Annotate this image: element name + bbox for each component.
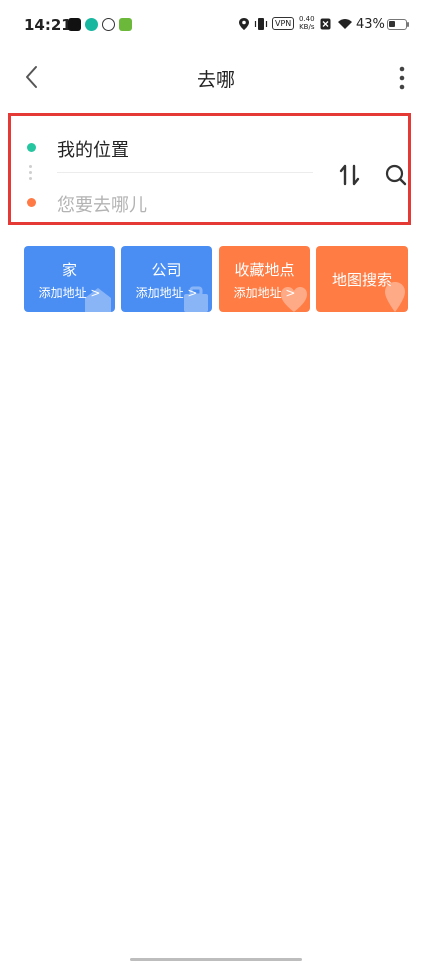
speed-unit: KB/s — [299, 23, 315, 31]
speed-value: 0.40 — [299, 15, 315, 23]
swap-route-button[interactable] — [337, 162, 363, 188]
sim-off-icon — [320, 18, 331, 30]
route-connector-dots — [29, 165, 33, 185]
origin-input[interactable]: 我的位置 — [57, 136, 129, 162]
vibrate-icon — [254, 18, 268, 30]
wifi-icon — [338, 19, 352, 29]
grid-app-icon — [119, 18, 132, 31]
search-icon[interactable] — [383, 162, 409, 188]
battery-percent: 43% — [356, 17, 385, 32]
shortcut-favorites[interactable]: 收藏地点 添加地址 > — [219, 246, 310, 312]
shortcut-home-title: 家 — [61, 261, 77, 279]
shortcut-favorites-title: 收藏地点 — [234, 261, 295, 279]
shortcut-company[interactable]: 公司 添加地址 > — [121, 246, 212, 312]
route-divider — [57, 172, 313, 173]
battery-cap — [407, 22, 409, 27]
battery-fill — [389, 21, 396, 27]
origin-dot — [27, 143, 36, 152]
shortcut-company-subtitle: 添加地址 > — [135, 286, 198, 300]
more-options-icon[interactable] — [390, 64, 414, 92]
home-indicator[interactable] — [130, 958, 302, 961]
battery-icon — [387, 19, 407, 30]
page-title: 去哪 — [196, 69, 235, 91]
shortcut-favorites-subtitle: 添加地址 > — [233, 286, 296, 300]
vpn-badge: VPN — [272, 17, 295, 30]
title-bar: 去哪 — [0, 50, 432, 106]
route-input-panel: 我的位置 您要去哪儿 — [8, 113, 411, 225]
app-plus-icon — [85, 18, 98, 31]
back-button[interactable] — [18, 62, 48, 92]
network-speed: 0.40 KB/s — [299, 15, 315, 31]
shortcut-home-subtitle: 添加地址 > — [38, 286, 101, 300]
status-bar: 14:21 VPN 0.40 KB/s 43% — [0, 0, 432, 50]
location-icon — [239, 18, 249, 30]
shortcut-home[interactable]: 家 添加地址 > — [24, 246, 115, 312]
shortcut-map-search[interactable]: 地图搜索 — [316, 246, 408, 312]
status-time: 14:21 — [24, 16, 72, 34]
destination-input[interactable]: 您要去哪儿 — [57, 191, 147, 217]
shortcut-company-title: 公司 — [151, 261, 182, 279]
shortcut-map-search-title: 地图搜索 — [331, 271, 392, 289]
shortcut-tiles: 家 添加地址 > 公司 添加地址 > 收藏地点 添加地址 > 地图搜索 — [24, 246, 408, 312]
tiktok-icon — [68, 18, 81, 31]
link-app-icon — [102, 18, 115, 31]
destination-dot — [27, 198, 36, 207]
